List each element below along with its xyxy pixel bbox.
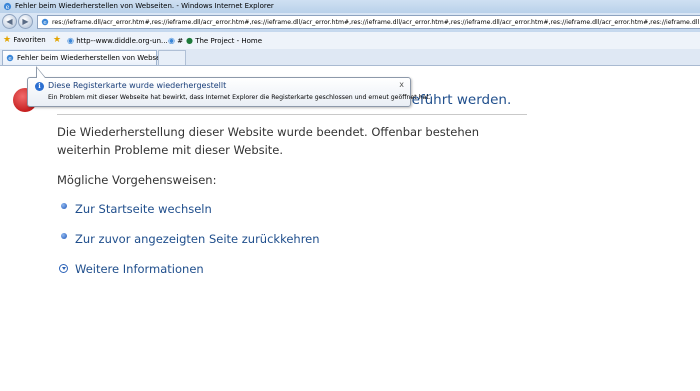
favorite-separator: ◉ # xyxy=(168,32,183,49)
navigation-bar: ◀ ▶ e res://ieframe.dll/acr_error.htm#,r… xyxy=(0,13,700,32)
close-icon[interactable]: x xyxy=(399,80,404,89)
tab-restored-notification: i Diese Registerkarte wurde wiederherges… xyxy=(27,77,431,107)
favorites-label: Favoriten xyxy=(13,36,46,44)
go-back-link[interactable]: Zur zuvor angezeigten Seite zurückkehren xyxy=(75,232,320,246)
page-icon: e xyxy=(41,18,49,26)
window-title: Fehler beim Wiederherstellen von Webseit… xyxy=(15,2,274,10)
tab-active[interactable]: e Fehler beim Wiederherstellen von Webse… xyxy=(2,50,176,65)
favorite-item-the-project[interactable]: ● The Project - Home xyxy=(186,32,262,49)
ie-logo-icon: e xyxy=(3,2,12,11)
forward-button[interactable]: ▶ xyxy=(18,14,33,29)
back-button[interactable]: ◀ xyxy=(2,14,17,29)
blue-bullet-icon xyxy=(61,203,67,209)
page-icon: ◉ xyxy=(67,36,74,45)
svg-text:e: e xyxy=(6,4,10,11)
tab-bar: e Fehler beim Wiederherstellen von Webse… xyxy=(0,49,700,66)
more-information-link[interactable]: Weitere Informationen xyxy=(75,262,204,276)
favorite-item-label: The Project - Home xyxy=(195,37,263,45)
tab-label: Fehler beim Wiederherstellen von Webseit… xyxy=(17,54,177,62)
error-description: Die Wiederherstellung dieser Website wur… xyxy=(57,125,480,157)
tab-page-icon: e xyxy=(6,54,14,62)
favorites-bar: ★ Favoriten ★ ◉ http--www.diddle.org-un.… xyxy=(0,32,700,50)
back-arrow-icon: ◀ xyxy=(6,17,13,26)
chevron-down-circle-icon[interactable] xyxy=(59,264,68,273)
forward-arrow-icon: ▶ xyxy=(22,17,29,26)
notification-message: Ein Problem mit dieser Webseite hat bewi… xyxy=(48,94,431,101)
heading-divider xyxy=(57,114,527,115)
globe-icon: ● xyxy=(186,36,193,45)
favorite-item-label: http--www.diddle.org-un... xyxy=(76,37,168,45)
notification-title: Diese Registerkarte wurde wiederhergeste… xyxy=(48,81,227,90)
go-to-homepage-link[interactable]: Zur Startseite wechseln xyxy=(75,202,212,216)
add-favorite-star-icon: ★ xyxy=(53,35,62,45)
window-title-bar: e Fehler beim Wiederherstellen von Webse… xyxy=(0,0,700,13)
add-favorite-button[interactable]: ★ xyxy=(53,32,61,49)
new-tab-button[interactable] xyxy=(158,50,186,65)
info-icon: i xyxy=(35,82,44,91)
star-icon: ★ xyxy=(3,35,12,45)
address-bar[interactable]: e res://ieframe.dll/acr_error.htm#,res:/… xyxy=(37,15,700,29)
favorite-separator-text: # xyxy=(177,37,184,45)
page-icon: ◉ xyxy=(168,36,175,45)
options-label: Mögliche Vorgehensweisen: xyxy=(57,173,217,187)
favorite-item-diddle[interactable]: ◉ http--www.diddle.org-un... xyxy=(67,32,168,49)
address-url[interactable]: res://ieframe.dll/acr_error.htm#,res://i… xyxy=(52,16,699,29)
favorites-button[interactable]: ★ Favoriten xyxy=(3,32,46,49)
notification-pointer-inner xyxy=(37,68,45,78)
blue-bullet-icon xyxy=(61,233,67,239)
